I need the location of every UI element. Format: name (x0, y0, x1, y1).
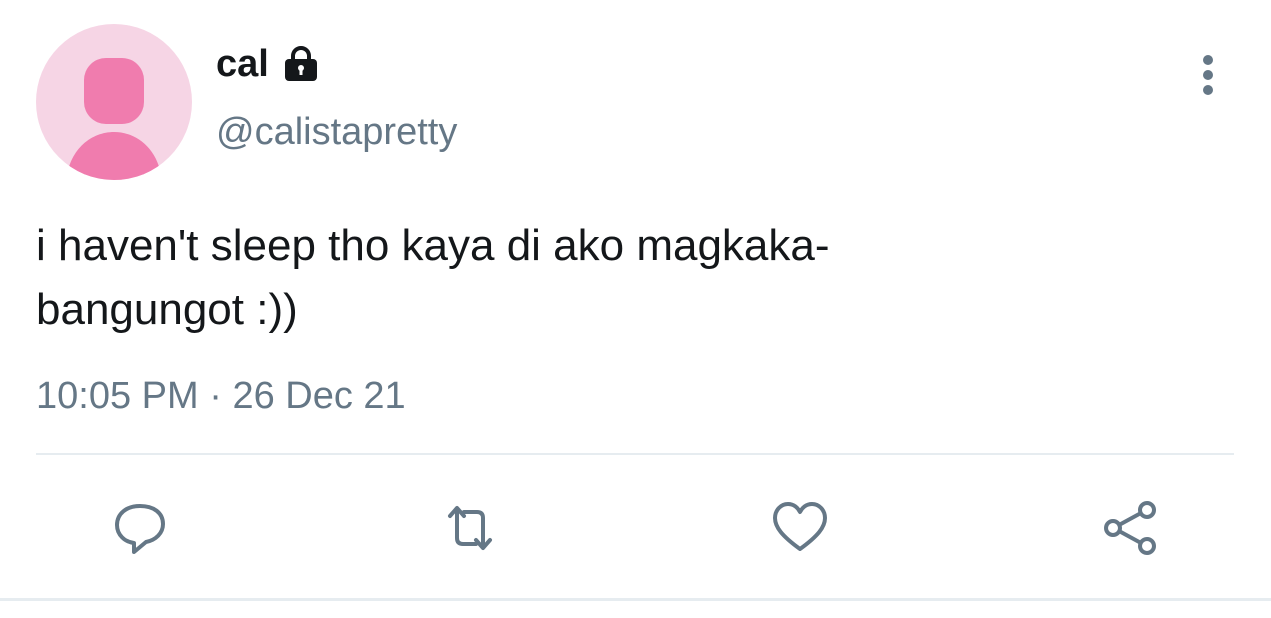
divider (36, 453, 1234, 455)
tweet-timestamp[interactable]: 10:05 PM · 26 Dec 21 (36, 374, 406, 420)
share-icon (1104, 501, 1156, 555)
name-row: cal (216, 44, 321, 84)
lock-icon (281, 44, 321, 84)
share-button[interactable] (1100, 498, 1160, 558)
display-name[interactable]: cal (216, 45, 269, 83)
user-handle[interactable]: @calistapretty (216, 110, 457, 156)
meta-separator: · (198, 375, 233, 417)
retweet-icon (448, 506, 492, 550)
tweet-time: 10:05 PM (36, 375, 199, 417)
default-avatar-icon (66, 58, 162, 180)
tweet-card: cal @calistapretty i haven't sleep tho k… (0, 0, 1271, 618)
avatar[interactable] (36, 24, 192, 180)
retweet-button[interactable] (440, 498, 500, 558)
more-vertical-icon[interactable] (1188, 50, 1228, 100)
bottom-divider (0, 598, 1271, 601)
heart-icon (773, 502, 827, 551)
reply-button[interactable] (110, 498, 170, 558)
tweet-text: i haven't sleep tho kaya di ako magkaka-… (36, 221, 830, 334)
reply-icon (115, 504, 165, 554)
like-button[interactable] (770, 498, 830, 558)
tweet-date: 26 Dec 21 (232, 375, 406, 417)
